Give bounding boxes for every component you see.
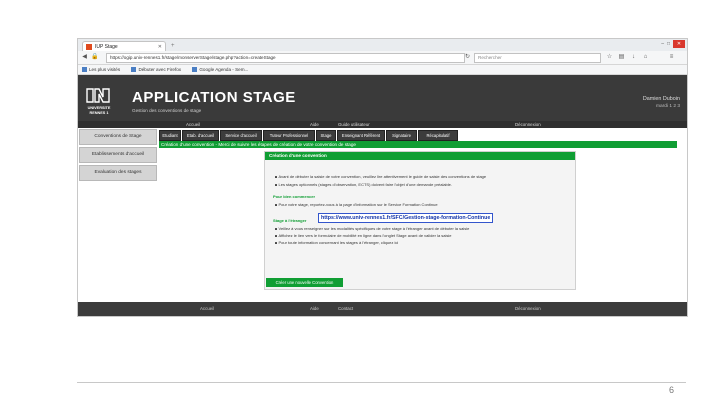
search-input[interactable]: Rechercher	[474, 53, 601, 63]
tab-signataire[interactable]: Signataire	[386, 130, 417, 141]
logo-text: UNIVERSITE RENNES 1	[87, 106, 111, 115]
tab-tuteur[interactable]: Tuteur Professionnel	[263, 130, 315, 141]
menu-item-help[interactable]: Aide	[310, 121, 319, 128]
window-controls: –□ ✕	[661, 40, 685, 48]
sidebar: Conventions de Stage Etablissements d'ac…	[79, 129, 157, 183]
navigation-bar: ◀ 🔒 https://ogip.univ-rennes1.fr/stage/m…	[78, 51, 687, 65]
clipboard-icon[interactable]: ▤	[618, 54, 625, 61]
bookmark-item[interactable]: Débuter avec Firefox	[131, 67, 181, 73]
menu-item-home[interactable]: Accueil	[186, 121, 200, 128]
sidebar-item-conventions[interactable]: Conventions de Stage	[79, 129, 157, 145]
tab-etudiant[interactable]: Etudiant	[159, 130, 181, 141]
panel-line: Avant de débuter la saisie de votre conv…	[275, 174, 486, 179]
page-number: 6	[669, 385, 675, 395]
footer-contact[interactable]: Contact	[338, 305, 353, 313]
bookmark-icon	[131, 67, 137, 73]
app-subtitle: Gestion des conventions de stage	[132, 108, 202, 113]
back-icon[interactable]: ◀	[81, 54, 88, 61]
download-icon[interactable]: ↓	[630, 54, 637, 61]
browser-window: IUP Stage ✕ + –□ ✕ ◀ 🔒 https://ogip.univ-…	[77, 38, 688, 317]
info-banner: Création d'une convention - Merci de sui…	[159, 141, 677, 148]
user-name: Damien Duboin	[642, 96, 680, 102]
sidebar-item-etablissements[interactable]: Etablissements d'accueil	[79, 147, 157, 163]
section-heading: Stage à l'étranger	[273, 218, 307, 223]
star-icon[interactable]: ☆	[606, 54, 613, 61]
close-window-icon[interactable]: ✕	[673, 40, 685, 48]
new-tab-button[interactable]: +	[171, 41, 175, 51]
app-footer: Accueil Aide Contact Déconnexion	[78, 302, 687, 316]
app-header: UNIVERSITE RENNES 1 APPLICATION STAGE Ge…	[78, 75, 687, 121]
university-logo-icon	[86, 88, 110, 103]
browser-tab-bar: IUP Stage ✕ + –□ ✕	[78, 39, 687, 52]
bookmark-item[interactable]: Les plus visités	[82, 67, 120, 73]
footer-logout[interactable]: Déconnexion	[515, 305, 541, 313]
tab-title: IUP Stage	[95, 44, 118, 50]
menu-icon[interactable]: ≡	[668, 54, 675, 61]
menu-item-logout[interactable]: Déconnexion	[515, 121, 541, 128]
formation-continue-link[interactable]: https://www.univ-rennes1.fr/SFC/Gestion-…	[318, 213, 494, 223]
bookmark-icon	[192, 67, 198, 73]
bookmark-icon	[82, 67, 87, 73]
user-date: mardi 1 2 3	[656, 104, 680, 109]
section-heading: Pour bien commencer	[273, 194, 316, 199]
app-title: APPLICATION STAGE	[132, 89, 296, 106]
panel-line: Pour votre stage, reportez-vous à la pag…	[275, 202, 438, 207]
favicon-icon	[86, 43, 92, 50]
tab-enseignant[interactable]: Enseignant Référent	[337, 130, 385, 141]
bookmarks-bar: Les plus visités Débuter avec Firefox Go…	[78, 65, 687, 75]
tab-recapitulatif[interactable]: Récapitulatif	[418, 130, 458, 141]
panel-line: Veillez à vous renseigner sur les modali…	[275, 226, 469, 231]
create-convention-button[interactable]: Créer une nouvelle Convention	[266, 278, 343, 287]
sidebar-item-evaluation[interactable]: Evaluation des stages	[79, 165, 157, 181]
panel-line: Affichez le lien vers le formulaire de m…	[275, 233, 452, 238]
home-icon[interactable]: ⌂	[642, 54, 649, 61]
tab-service-accueil[interactable]: Service d'accueil	[220, 130, 262, 141]
footer-help[interactable]: Aide	[310, 305, 319, 313]
slide-divider	[77, 382, 686, 383]
tab-stage[interactable]: Stage	[316, 130, 336, 141]
panel-line: Les stages optionnels (stages d'observat…	[275, 182, 452, 187]
url-input[interactable]: https://ogip.univ-rennes1.fr/stage/monse…	[106, 53, 465, 63]
reload-icon[interactable]: ↻	[464, 54, 471, 61]
panel-line: Pour toute information concernant les st…	[275, 240, 398, 245]
lock-icon: 🔒	[91, 54, 99, 60]
panel-title: Création d'une convention	[265, 152, 575, 160]
tab-etab-accueil[interactable]: Etab. d'accueil	[182, 130, 219, 141]
footer-home[interactable]: Accueil	[200, 305, 214, 313]
top-menu: Accueil Aide Guide utilisateur Déconnexi…	[78, 121, 687, 128]
menu-item-guide[interactable]: Guide utilisateur	[338, 121, 370, 128]
bookmark-item[interactable]: Google Agenda - Sem...	[192, 67, 248, 73]
